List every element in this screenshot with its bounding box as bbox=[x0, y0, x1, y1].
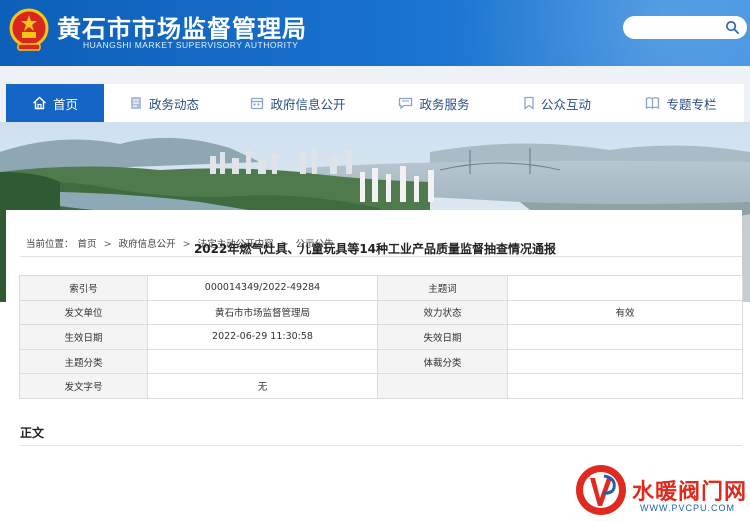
nav-item-info-disclosure[interactable]: 政府信息公开 bbox=[224, 84, 372, 122]
table-label: 主题分类 bbox=[19, 348, 148, 375]
chat-icon bbox=[399, 97, 413, 110]
table-row: 发文单位 黄石市市场监督管理局 效力状态 有效 bbox=[19, 299, 743, 326]
table-value bbox=[507, 324, 743, 350]
site-header: 黄石市市场监督管理局 HUANGSHI MARKET SUPERVISORY A… bbox=[0, 0, 750, 66]
nav-item-label: 政务服务 bbox=[419, 96, 470, 112]
site-title[interactable]: 黄石市市场监督管理局 bbox=[57, 9, 307, 44]
nav-item-topics[interactable]: 专题专栏 bbox=[618, 84, 744, 122]
table-value: 000014349/2022-49284 bbox=[147, 275, 378, 301]
search-icon[interactable] bbox=[725, 20, 740, 35]
search-input[interactable] bbox=[623, 16, 747, 39]
section-divider bbox=[20, 445, 742, 446]
table-value bbox=[507, 348, 743, 375]
nav-item-home[interactable]: 首页 bbox=[6, 84, 104, 122]
nav-item-label: 政务动态 bbox=[148, 96, 199, 112]
table-label: 体裁分类 bbox=[377, 348, 508, 375]
table-label: 生效日期 bbox=[19, 324, 148, 350]
nav-item-label: 首页 bbox=[52, 96, 78, 112]
table-value: 无 bbox=[147, 373, 378, 399]
table-label: 发文单位 bbox=[19, 299, 148, 326]
table-value bbox=[147, 348, 378, 375]
nav-item-services[interactable]: 政务服务 bbox=[372, 84, 496, 122]
table-value: 有效 bbox=[507, 299, 743, 326]
bookmark-icon bbox=[524, 96, 534, 110]
watermark-url: WWW.PVCPU.COM bbox=[640, 503, 735, 513]
table-row: 索引号 000014349/2022-49284 主题词 bbox=[19, 275, 743, 301]
nav-item-label: 专题专栏 bbox=[666, 96, 717, 112]
table-value: 2022-06-29 11:30:58 bbox=[147, 324, 378, 350]
body-section-label: 正文 bbox=[20, 426, 45, 440]
table-value: 黄石市市场监督管理局 bbox=[147, 299, 378, 326]
calendar-icon bbox=[251, 97, 264, 110]
watermark-logo-icon bbox=[576, 465, 626, 515]
table-label: 失效日期 bbox=[377, 324, 508, 350]
table-value bbox=[507, 373, 743, 399]
table-label bbox=[377, 373, 508, 399]
document-metadata-table: 索引号 000014349/2022-49284 主题词 发文单位 黄石市市场监… bbox=[19, 275, 743, 399]
nav-item-news[interactable]: 政务动态 bbox=[104, 84, 224, 122]
main-nav: 首页 政务动态 政府信息公开 政务服务 公众互动 专题专栏 bbox=[6, 84, 744, 122]
national-emblem-icon bbox=[9, 8, 49, 51]
watermark-text: 水暖阀门网 bbox=[632, 480, 748, 505]
table-row: 生效日期 2022-06-29 11:30:58 失效日期 bbox=[19, 324, 743, 350]
document-list-icon bbox=[130, 97, 141, 109]
document-title: 2022年燃气灶具、儿童玩具等14种工业产品质量监督抽查情况通报 bbox=[193, 242, 557, 256]
home-icon bbox=[33, 96, 46, 110]
table-label: 效力状态 bbox=[377, 299, 508, 326]
book-icon bbox=[646, 97, 660, 110]
table-label: 主题词 bbox=[377, 275, 508, 301]
nav-item-interaction[interactable]: 公众互动 bbox=[496, 84, 618, 122]
table-label: 发文字号 bbox=[19, 373, 148, 399]
table-row: 发文字号 无 bbox=[19, 373, 743, 399]
table-row: 主题分类 体裁分类 bbox=[19, 348, 743, 375]
nav-item-label: 政府信息公开 bbox=[270, 96, 346, 112]
nav-item-label: 公众互动 bbox=[540, 96, 591, 112]
table-label: 索引号 bbox=[19, 275, 148, 301]
site-subtitle: HUANGSHI MARKET SUPERVISORY AUTHORITY bbox=[83, 40, 299, 50]
table-value bbox=[507, 275, 743, 301]
